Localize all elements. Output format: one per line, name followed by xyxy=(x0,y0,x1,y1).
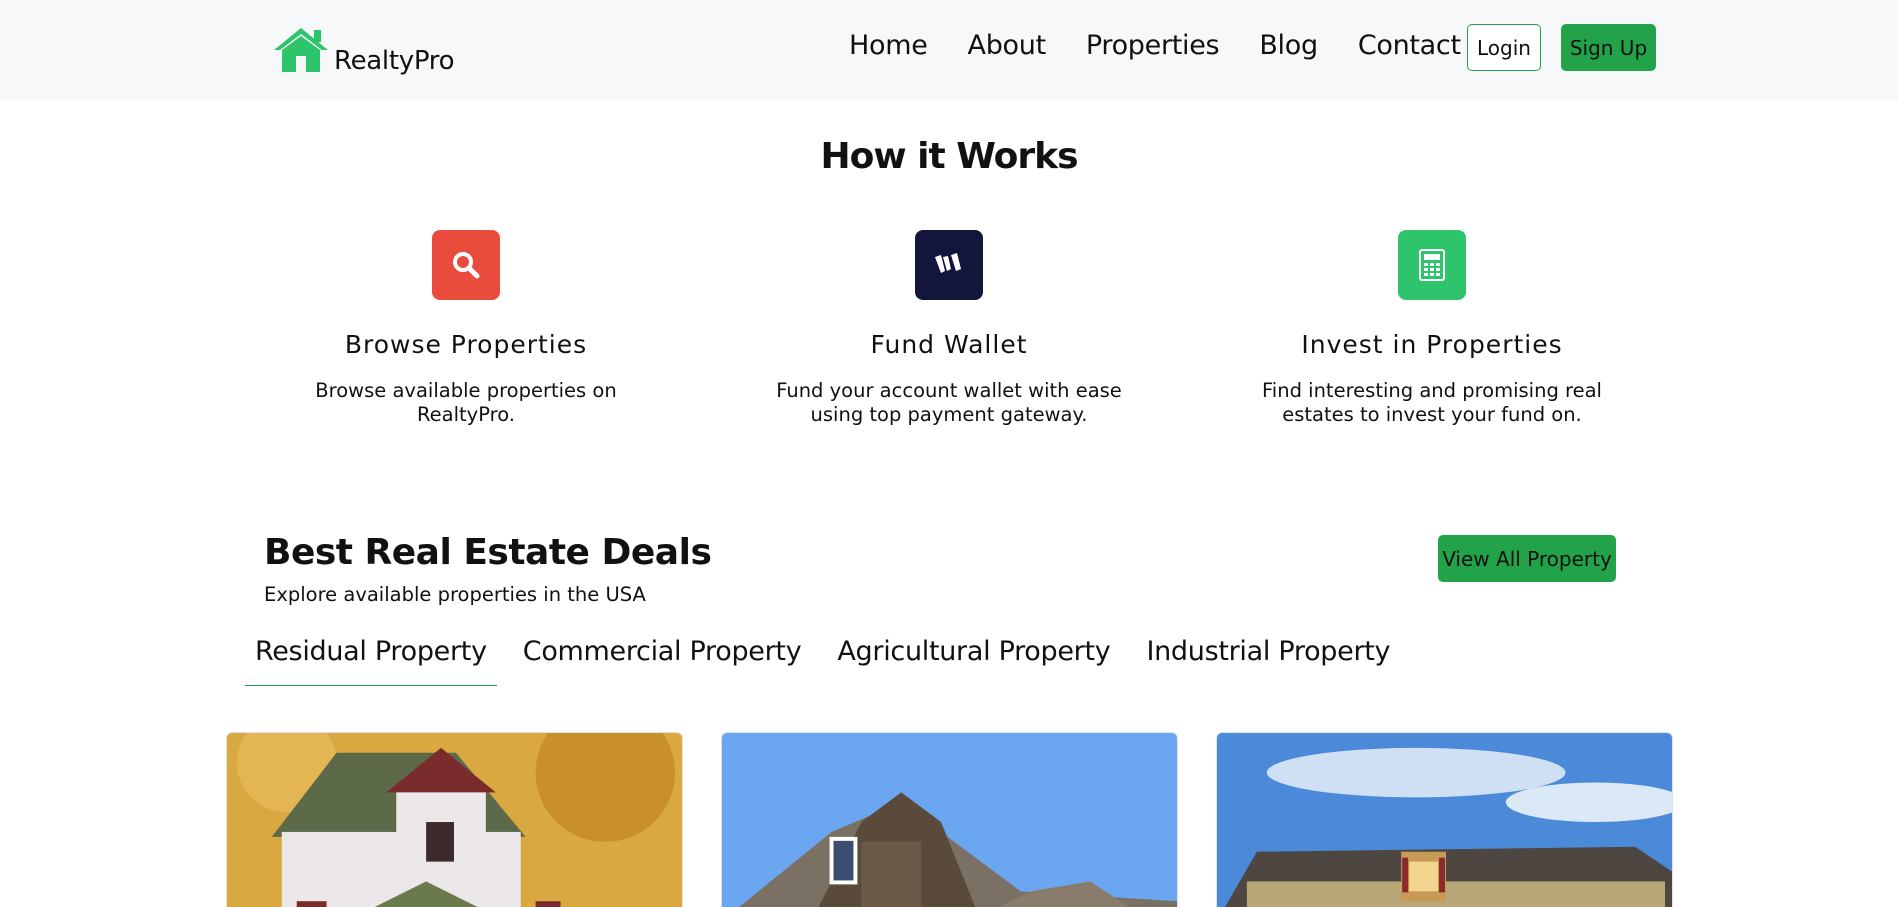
property-card[interactable] xyxy=(226,732,683,907)
nav-contact[interactable]: Contact xyxy=(1358,30,1461,61)
property-image xyxy=(1217,733,1672,907)
view-all-property-button[interactable]: View All Property xyxy=(1438,535,1616,582)
deals-subtitle: Explore available properties in the USA xyxy=(264,583,646,606)
nav-home[interactable]: Home xyxy=(849,30,928,61)
step-description: Find interesting and promising real esta… xyxy=(1262,379,1602,426)
how-it-works-title: How it Works xyxy=(820,136,1078,177)
nav-about[interactable]: About xyxy=(968,30,1047,61)
search-icon xyxy=(432,230,500,300)
nav-blog[interactable]: Blog xyxy=(1259,30,1318,61)
house-icon xyxy=(274,28,328,72)
tab-industrial-property[interactable]: Industrial Property xyxy=(1136,636,1400,686)
wallet-logo-icon xyxy=(915,230,983,300)
nav-properties[interactable]: Properties xyxy=(1086,30,1220,61)
step-description: Browse available properties on RealtyPro… xyxy=(315,379,617,426)
calculator-icon xyxy=(1398,230,1466,300)
step-title: Invest in Properties xyxy=(1301,330,1563,359)
property-card[interactable] xyxy=(1216,732,1673,907)
property-image xyxy=(227,733,682,907)
step-title: Browse Properties xyxy=(344,330,588,359)
step-invest-in-properties: Invest in Properties Find interesting an… xyxy=(1222,230,1642,427)
site-header: RealtyPro Home About Properties Blog Con… xyxy=(0,0,1898,100)
step-description: Fund your account wallet with ease using… xyxy=(776,379,1122,426)
main-nav: Home About Properties Blog Contact xyxy=(849,30,1461,61)
step-title: Fund Wallet xyxy=(870,330,1028,359)
property-card[interactable] xyxy=(721,732,1178,907)
brand-name: RealtyPro xyxy=(334,46,455,76)
tab-residual-property[interactable]: Residual Property xyxy=(245,636,497,686)
tab-agricultural-property[interactable]: Agricultural Property xyxy=(827,636,1120,686)
signup-button[interactable]: Sign Up xyxy=(1561,24,1656,71)
step-browse-properties: Browse Properties Browse available prope… xyxy=(256,230,676,427)
tab-commercial-property[interactable]: Commercial Property xyxy=(513,636,812,686)
property-image xyxy=(722,733,1177,907)
deals-title: Best Real Estate Deals xyxy=(264,532,712,573)
login-button[interactable]: Login xyxy=(1467,24,1541,71)
brand-logo[interactable]: RealtyPro xyxy=(272,26,455,76)
property-type-tabs: Residual Property Commercial Property Ag… xyxy=(245,636,1416,686)
step-fund-wallet: Fund Wallet Fund your account wallet wit… xyxy=(739,230,1159,427)
